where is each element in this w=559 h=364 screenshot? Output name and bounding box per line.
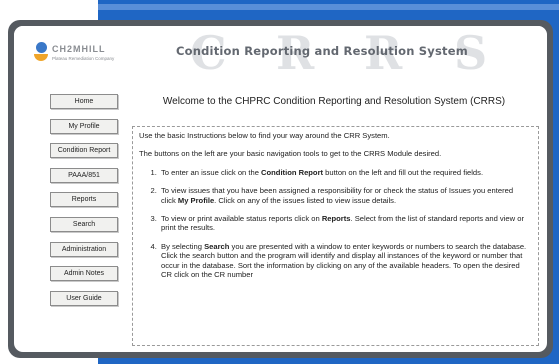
instruction-step: By selecting Search you are presented wi… xyxy=(159,242,528,280)
logo-icon xyxy=(34,42,48,64)
nav-admin-notes-button[interactable]: Admin Notes xyxy=(50,266,118,282)
company-logo: CH2MHILL Plateau Remediation Company xyxy=(34,42,144,74)
intro-text-2: The buttons on the left are your basic n… xyxy=(139,149,442,159)
nav-administration-button[interactable]: Administration xyxy=(50,241,118,257)
instructions-box: Use the basic Instructions below to find… xyxy=(132,126,539,346)
nav-condition-report-button[interactable]: Condition Report xyxy=(50,143,118,159)
welcome-heading: Welcome to the CHPRC Condition Reporting… xyxy=(162,96,506,107)
nav-my-profile-button[interactable]: My Profile xyxy=(50,118,118,134)
instruction-step: To enter an issue click on the Condition… xyxy=(159,168,528,177)
sidebar-nav: Home My Profile Condition Report PAAA/85… xyxy=(50,94,124,315)
app-panel: C R R S CH2MHILL Plateau Remediation Com… xyxy=(14,26,547,352)
nav-user-guide-button[interactable]: User Guide xyxy=(50,290,118,306)
intro-text-1: Use the basic Instructions below to find… xyxy=(139,131,390,140)
nav-paaa851-button[interactable]: PAAA/851 xyxy=(50,167,118,183)
nav-search-button[interactable]: Search xyxy=(50,216,118,232)
instruction-step: To view or print available status report… xyxy=(159,214,528,233)
logo-subtitle: Plateau Remediation Company xyxy=(52,56,115,61)
system-title: Condition Reporting and Resolution Syste… xyxy=(176,44,468,58)
logo-name: CH2MHILL xyxy=(52,44,106,54)
nav-reports-button[interactable]: Reports xyxy=(50,192,118,208)
instruction-steps: To enter an issue click on the Condition… xyxy=(139,168,528,280)
header: C R R S CH2MHILL Plateau Remediation Com… xyxy=(14,26,547,84)
top-accent-bar xyxy=(98,4,559,10)
nav-home-button[interactable]: Home xyxy=(50,94,118,109)
instruction-step: To view issues that you have been assign… xyxy=(159,186,528,205)
